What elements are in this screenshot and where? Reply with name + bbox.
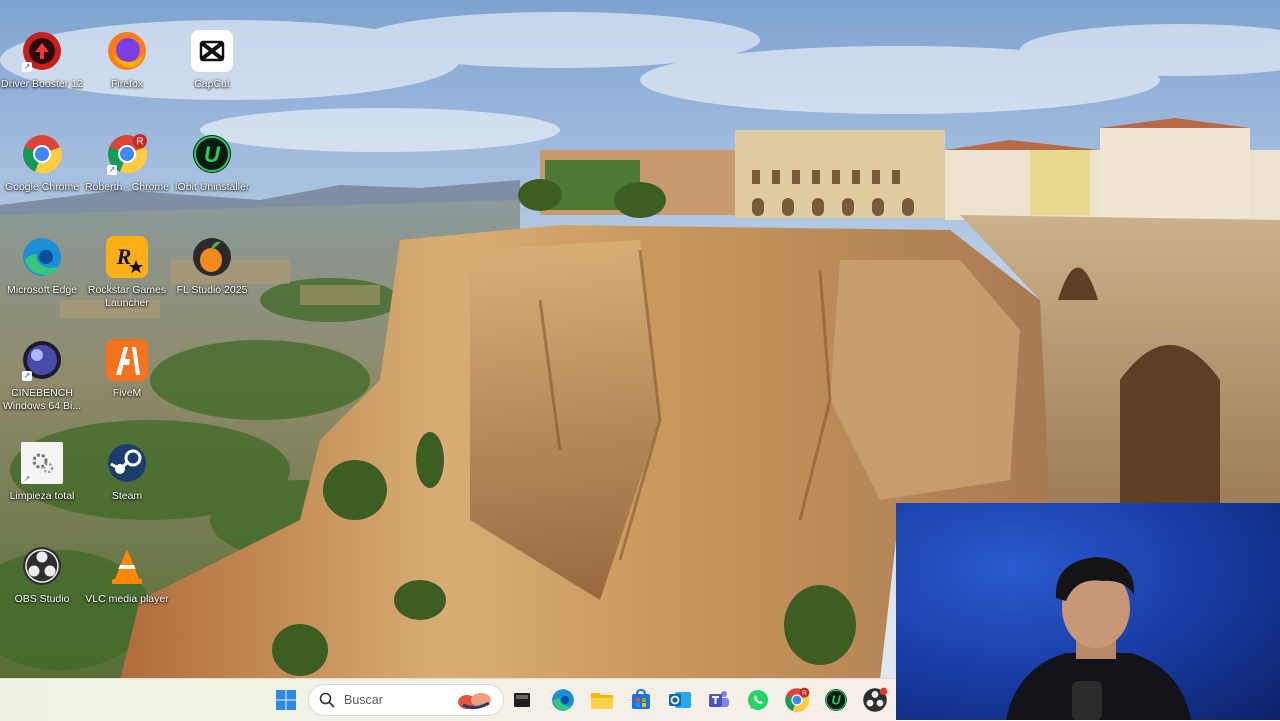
taskbar-file-explorer-button[interactable] [586,684,618,716]
search-placeholder: Buscar [344,693,383,707]
teams-icon [709,691,729,707]
desktop-icon-label: VLC media player [85,593,169,605]
firefox-icon [106,30,148,72]
desktop-icon-label: Rockstar Games Launcher [87,284,167,309]
fl-studio-icon [191,236,233,278]
profile-badge: R [802,690,807,697]
desktop-icon-label: CapCut [194,78,230,90]
microsoft-store-icon [632,689,650,709]
outlook-icon [669,692,691,708]
taskbar-obs-button[interactable] [859,684,891,716]
webcam-person-image [1006,557,1191,720]
search-highlight-icon [458,693,491,710]
taskbar-teams-button[interactable] [703,684,735,716]
file-explorer-icon [591,693,613,709]
shortcut-arrow-icon: ↗ [22,62,32,72]
steam-icon [106,442,148,484]
desktop-icon-cinebench[interactable]: ↗ CINEBENCH Windows 64 Bi... [0,339,84,413]
desktop-icon-steam[interactable]: Steam [85,442,169,503]
desktop-icon-label: OBS Studio [14,593,70,605]
chrome-profile-icon: R [785,687,810,712]
desktop-icon-label: Steam [111,490,143,502]
desktop-icon-label: Google Chrome [4,181,80,193]
iobit-uninstaller-icon: U [825,689,847,711]
taskbar: Buscar R U [0,678,896,721]
edge-icon [21,236,63,278]
desktop-icon-rockstar-launcher[interactable]: R Rockstar Games Launcher [85,236,169,310]
search-icon [319,692,335,708]
desktop-icon-firefox[interactable]: Firefox [85,30,169,91]
desktop-icon-microsoft-edge[interactable]: Microsoft Edge [0,236,84,297]
desktop-icon-fivem[interactable]: FiveM [85,339,169,400]
desktop-icon-label: FiveM [112,387,142,399]
rockstar-glyph: R [116,244,132,269]
iobit-uninstaller-icon: U [191,133,233,175]
shortcut-arrow-icon: ↗ [107,165,117,175]
desktop-icon-fl-studio[interactable]: FL Studio 2025 [170,236,254,297]
desktop-icon-driver-booster[interactable]: ↗ Driver Booster 12 [0,30,84,91]
desktop-icon-label: IObit Uninstaller [174,181,250,193]
cleanup-shortcut-icon: ↗ [21,442,63,484]
chrome-icon [21,133,63,175]
shortcut-arrow-icon: ↗ [22,371,32,381]
whatsapp-icon [748,690,768,710]
fivem-icon [106,339,148,381]
rockstar-icon: R [106,236,148,278]
taskbar-search-box[interactable]: Buscar [308,684,504,716]
desktop-icon-grid: ↗ Driver Booster 12 Firefox CapCut Googl… [0,0,260,680]
driver-booster-icon: ↗ [21,30,63,72]
cinebench-icon: ↗ [21,339,63,381]
desktop-icon-label: Limpieza total [9,490,75,502]
desktop-icon-label: Firefox [110,78,144,90]
taskbar-iobit-button[interactable]: U [820,684,852,716]
desktop-icon-vlc[interactable]: VLC media player [85,545,169,606]
task-view-button[interactable] [506,684,538,716]
desktop-icon-limpieza-total[interactable]: ↗ Limpieza total [0,442,84,503]
shortcut-arrow-icon: ↗ [22,474,32,484]
capcut-icon [191,30,233,72]
desktop-icon-label: CINEBENCH Windows 64 Bi... [2,387,82,412]
desktop-icon-roberth-chrome[interactable]: R ↗ Roberth - Chrome [85,133,169,194]
desktop-icon-label: Microsoft Edge [6,284,78,296]
desktop-icon-label: Roberth - Chrome [84,181,170,193]
start-button[interactable] [270,684,302,716]
windows-start-icon [276,690,296,710]
chrome-profile-icon: R ↗ [106,133,148,175]
taskbar-chrome-profile-button[interactable]: R [781,684,813,716]
desktop-icon-label: Driver Booster 12 [1,78,83,90]
taskbar-store-button[interactable] [625,684,657,716]
taskbar-outlook-button[interactable] [664,684,696,716]
edge-icon [552,689,574,711]
webcam-overlay [896,503,1280,720]
desktop-icon-label: FL Studio 2025 [176,284,248,296]
desktop-icon-obs-studio[interactable]: OBS Studio [0,545,84,606]
task-view-icon [514,693,530,707]
vlc-icon [106,545,148,587]
iobit-glyph: U [204,142,221,167]
desktop-icon-google-chrome[interactable]: Google Chrome [0,133,84,194]
desktop-icon-capcut[interactable]: CapCut [170,30,254,91]
obs-icon [863,687,888,712]
obs-icon [21,545,63,587]
profile-badge: R [136,137,143,148]
iobit-glyph: U [831,694,841,708]
taskbar-edge-button[interactable] [547,684,579,716]
taskbar-whatsapp-button[interactable] [742,684,774,716]
desktop-icon-iobit-uninstaller[interactable]: U IObit Uninstaller [170,133,254,194]
